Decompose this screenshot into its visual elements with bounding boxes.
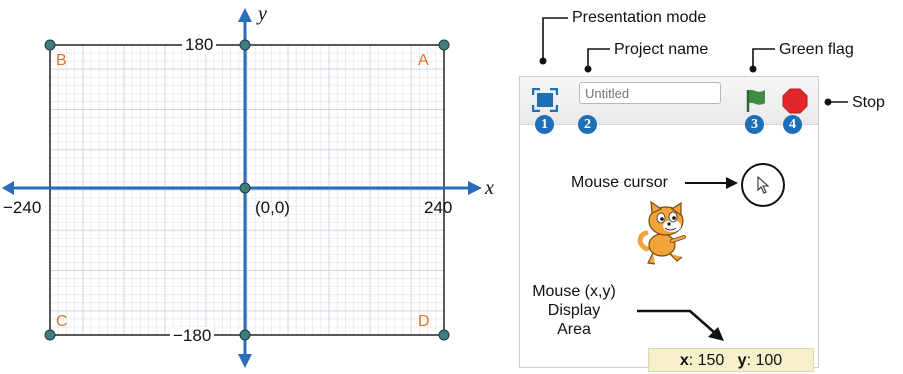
mouse-display-callout-line1: Mouse (x,y): [532, 283, 616, 300]
green-flag-leader: [752, 48, 775, 66]
mouse-display-callout-line2: Display: [547, 302, 601, 319]
annotation-lines: [539, 17, 848, 341]
presentation-mode-callout: Presentation mode: [572, 9, 707, 26]
project-name-leader: [587, 48, 610, 66]
mouse-cursor-callout: Mouse cursor: [571, 174, 668, 191]
mouse-xy-arrow: [637, 309, 716, 334]
mouse-display-callout-line3: Area: [557, 321, 591, 338]
presentation-mode-leader: [542, 17, 568, 58]
mouse-display-callout: Mouse (x,y) Display Area: [520, 282, 628, 339]
green-flag-callout: Green flag: [779, 41, 854, 58]
stop-callout: Stop: [852, 94, 885, 111]
project-name-callout: Project name: [614, 41, 709, 58]
